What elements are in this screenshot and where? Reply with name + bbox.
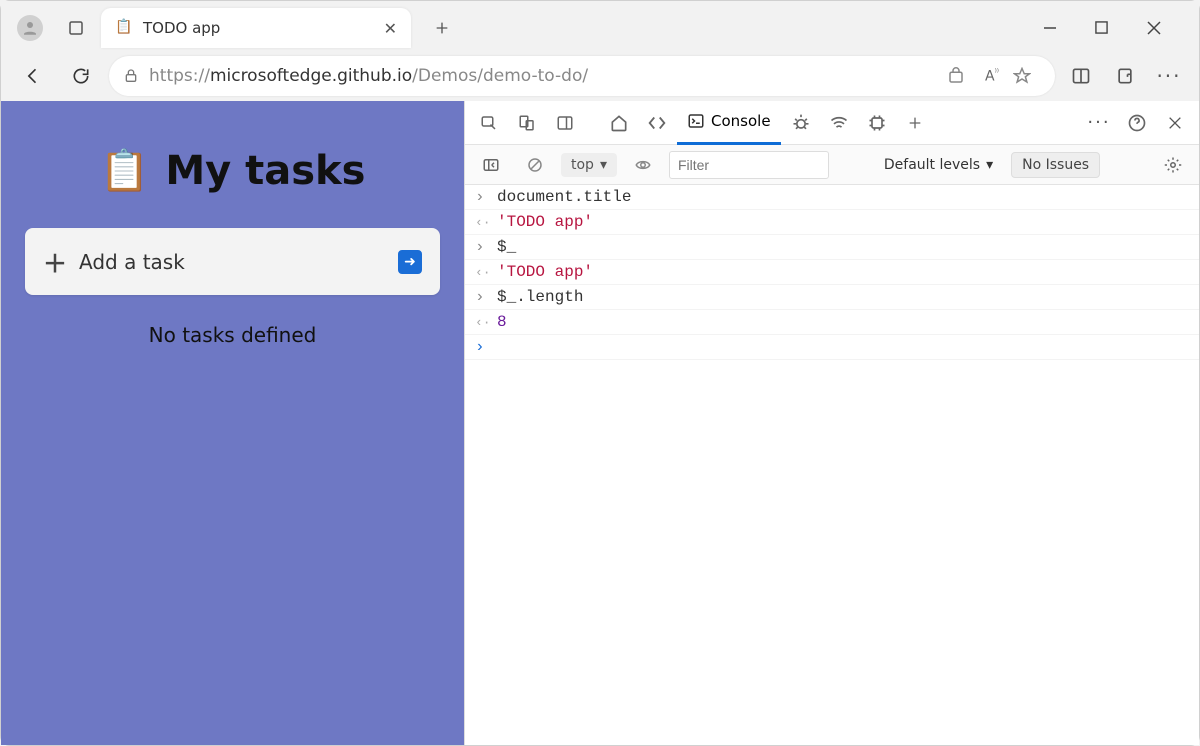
console-text: $_ [497,238,516,256]
minimize-button[interactable] [1043,21,1067,35]
new-tab-button[interactable] [425,11,459,45]
console-input-line: document.title [465,185,1199,210]
tab-close-button[interactable]: ✕ [384,19,397,38]
add-task-label: Add a task [79,250,386,274]
input-caret-icon [475,288,489,306]
browser-tab-strip: 📋 TODO app ✕ [1,1,1199,51]
console-settings-icon[interactable] [1155,147,1191,183]
maximize-button[interactable] [1095,21,1119,35]
window-close-button[interactable] [1147,21,1171,35]
output-caret-icon [475,213,489,231]
tab-favicon-icon: 📋 [115,19,133,37]
levels-label: Default levels [884,157,980,173]
input-caret-icon [475,188,489,206]
back-button[interactable] [13,56,53,96]
toggle-sidebar-icon[interactable] [473,147,509,183]
read-aloud-icon[interactable]: A⁾⁾ [985,68,999,85]
context-selector[interactable]: top ▾ [561,153,617,177]
output-caret-icon [475,313,489,331]
welcome-tab-icon[interactable] [601,105,637,141]
add-task-field[interactable]: ＋ Add a task ➜ [25,228,440,295]
devtools-panel: Console ··· [464,101,1199,745]
console-tab-label: Console [711,112,771,130]
network-conditions-icon[interactable] [821,105,857,141]
device-toggle-icon[interactable] [509,105,545,141]
devtools-tabbar: Console ··· [465,101,1199,145]
console-prompt[interactable] [465,335,1199,360]
dock-icon[interactable] [547,105,583,141]
profile-avatar[interactable] [17,15,43,41]
more-icon[interactable]: ··· [1151,58,1187,94]
tab-actions-icon[interactable] [59,11,93,45]
url-text: https://microsoftedge.github.io/Demos/de… [149,66,937,86]
help-icon[interactable] [1119,105,1155,141]
settings-more-icon[interactable]: ··· [1081,105,1117,141]
window-controls [1043,21,1191,35]
refresh-button[interactable] [61,56,101,96]
main-split: 📋 My tasks ＋ Add a task ➜ No tasks defin… [1,101,1199,745]
plus-icon: ＋ [43,244,67,279]
address-bar-row: https://microsoftedge.github.io/Demos/de… [1,51,1199,101]
split-screen-icon[interactable] [1063,58,1099,94]
tab-title: TODO app [143,19,374,37]
context-label: top [571,157,594,173]
chevron-down-icon: ▾ [600,157,607,173]
memory-icon[interactable] [859,105,895,141]
clipboard-icon: 📋 [100,147,150,194]
favorite-star-icon[interactable] [1013,67,1031,85]
no-issues-button[interactable]: No Issues [1011,152,1100,178]
submit-task-button[interactable]: ➜ [398,250,422,274]
console-text: 'TODO app' [497,263,593,281]
add-tab-icon[interactable] [897,105,933,141]
app-heading: 📋 My tasks [25,147,440,194]
no-tasks-message: No tasks defined [25,323,440,347]
console-text: $_.length [497,288,583,306]
browser-tab[interactable]: 📋 TODO app ✕ [101,8,411,48]
inspect-icon[interactable] [471,105,507,141]
console-input-line: $_ [465,235,1199,260]
clear-console-icon[interactable] [517,147,553,183]
chevron-down-icon: ▾ [986,157,993,173]
live-expression-icon[interactable] [625,147,661,183]
prompt-caret-icon [475,338,489,356]
app-title-text: My tasks [165,148,365,194]
console-output-line: 'TODO app' [465,210,1199,235]
console-input-line: $_.length [465,285,1199,310]
devtools-close-button[interactable] [1157,105,1193,141]
console-output-line: 'TODO app' [465,260,1199,285]
console-tab[interactable]: Console [677,101,781,145]
console-text: 8 [497,313,507,331]
console-toolbar: top ▾ Default levels ▾ No Issues [465,145,1199,185]
log-levels-selector[interactable]: Default levels ▾ [884,157,993,173]
console-output[interactable]: document.title 'TODO app' $_ 'TODO app' $_.l… [465,185,1199,745]
lock-icon [123,68,139,84]
console-text: document.title [497,188,631,206]
elements-tab-icon[interactable] [639,105,675,141]
address-bar[interactable]: https://microsoftedge.github.io/Demos/de… [109,56,1055,96]
shopping-icon[interactable] [947,67,965,85]
todo-app: 📋 My tasks ＋ Add a task ➜ No tasks defin… [1,101,464,745]
console-text: 'TODO app' [497,213,593,231]
reader-favorite-group: A⁾⁾ [975,58,1041,94]
collections-icon[interactable] [1107,58,1143,94]
output-caret-icon [475,263,489,281]
input-caret-icon [475,238,489,256]
issues-bug-icon[interactable] [783,105,819,141]
filter-input[interactable] [669,151,829,179]
console-output-line: 8 [465,310,1199,335]
